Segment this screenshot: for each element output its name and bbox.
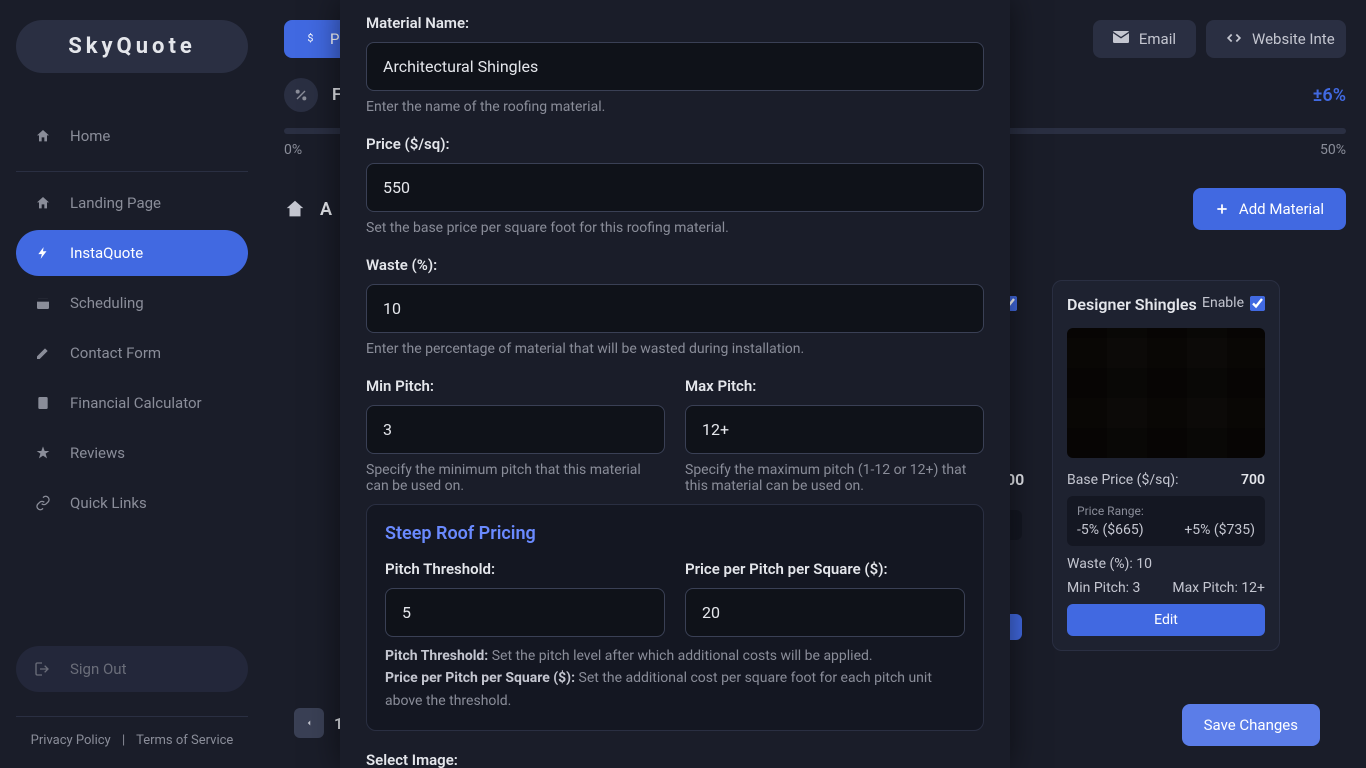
price-input[interactable] — [366, 163, 984, 212]
steep-roof-pricing-box: Steep Roof Pricing Pitch Threshold: Pric… — [366, 504, 984, 731]
pagination: 1 — [294, 708, 343, 738]
nav-label: Home — [70, 127, 110, 145]
signout-label: Sign Out — [70, 660, 126, 678]
signout-button[interactable]: Sign Out — [16, 646, 248, 692]
nav-label: Financial Calculator — [70, 394, 202, 412]
nav-label: Contact Form — [70, 344, 161, 362]
material-card: Designer Shingles Enable Base Price ($/s… — [1052, 280, 1280, 651]
maxpitch-label: Max Pitch: — [685, 377, 984, 395]
dollar-icon: $ — [304, 31, 320, 47]
home-icon — [34, 194, 52, 212]
edit-material-modal: Material Name: Enter the name of the roo… — [340, 0, 1010, 768]
material-image — [1067, 328, 1265, 458]
nav-quick-links[interactable]: Quick Links — [16, 480, 248, 526]
nav-label: InstaQuote — [70, 244, 143, 262]
price-label: Price ($/sq): — [366, 135, 984, 153]
material-name-help: Enter the name of the roofing material. — [366, 99, 984, 115]
minpitch-help: Specify the minimum pitch that this mate… — [366, 462, 665, 494]
materials-title-text: A — [320, 199, 332, 220]
waste-help: Enter the percentage of material that wi… — [366, 341, 984, 357]
minpitch-text: Min Pitch: 3 — [1067, 580, 1140, 596]
calendar-icon — [34, 294, 52, 312]
calculator-icon — [34, 394, 52, 412]
add-material-button[interactable]: Add Material — [1193, 188, 1346, 230]
footer-links: Privacy Policy | Terms of Service — [16, 716, 248, 748]
material-name-label: Material Name: — [366, 14, 984, 32]
terms-link[interactable]: Terms of Service — [136, 733, 233, 748]
steep-title: Steep Roof Pricing — [385, 523, 965, 544]
price-range-low: -5% ($665) — [1077, 522, 1144, 538]
app-logo: SkyQuote — [16, 20, 248, 73]
tab-label: Website Inte — [1252, 30, 1335, 48]
home-icon — [34, 127, 52, 145]
price-range-high: +5% ($735) — [1184, 522, 1255, 538]
percent-icon — [284, 78, 318, 112]
enable-label: Enable — [1202, 295, 1244, 311]
nav-label: Landing Page — [70, 194, 161, 212]
plus-icon — [1215, 202, 1229, 216]
bolt-icon — [34, 244, 52, 262]
range-value: ±6% — [1313, 85, 1346, 106]
material-name-input[interactable] — [366, 42, 984, 91]
waste-input[interactable] — [366, 284, 984, 333]
tab-website-integration[interactable]: Website Inte — [1206, 20, 1346, 58]
signout-icon — [34, 661, 52, 677]
nav-label: Quick Links — [70, 494, 147, 512]
divider: | — [122, 733, 125, 748]
waste-text: Waste (%): 10 — [1067, 556, 1152, 572]
threshold-label: Pitch Threshold: — [385, 560, 665, 578]
save-changes-button[interactable]: Save Changes — [1182, 704, 1320, 746]
nav-financial-calculator[interactable]: Financial Calculator — [16, 380, 248, 426]
nav-reviews[interactable]: Reviews — [16, 430, 248, 476]
minpitch-input[interactable] — [366, 405, 665, 454]
threshold-help-bold: Pitch Threshold: — [385, 648, 488, 664]
nav-home[interactable]: Home — [16, 113, 248, 159]
minpitch-label: Min Pitch: — [366, 377, 665, 395]
maxpitch-help: Specify the maximum pitch (1-12 or 12+) … — [685, 462, 984, 494]
maxpitch-text: Max Pitch: 12+ — [1172, 580, 1265, 596]
maxpitch-input[interactable] — [685, 405, 984, 454]
modal-scroll[interactable]: Material Name: Enter the name of the roo… — [340, 0, 1010, 768]
base-price-label: Base Price ($/sq): — [1067, 472, 1179, 488]
waste-label: Waste (%): — [366, 256, 984, 274]
range-max: 50% — [1320, 142, 1346, 158]
nav-label: Scheduling — [70, 294, 144, 312]
ppsq-input[interactable] — [685, 588, 965, 637]
edit-icon — [34, 344, 52, 362]
svg-text:$: $ — [308, 32, 314, 45]
ppsq-help-bold: Price per Pitch per Square ($): — [385, 670, 575, 686]
privacy-link[interactable]: Privacy Policy — [31, 733, 111, 748]
nav-landing-page[interactable]: Landing Page — [16, 180, 248, 226]
sidebar: SkyQuote Home Landing Page InstaQuote Sc… — [0, 0, 264, 768]
base-price-value: 700 — [1241, 472, 1265, 488]
range-min: 0% — [284, 142, 302, 158]
edit-button[interactable]: Edit — [1067, 604, 1265, 636]
nav-scheduling[interactable]: Scheduling — [16, 280, 248, 326]
enable-checkbox[interactable] — [1250, 296, 1265, 311]
threshold-input[interactable] — [385, 588, 665, 637]
ppsq-label: Price per Pitch per Square ($): — [685, 560, 965, 578]
code-icon — [1226, 31, 1242, 47]
price-range-box: Price Range: -5% ($665) +5% ($735) — [1067, 496, 1265, 546]
image-label: Select Image: — [366, 751, 984, 768]
email-icon — [1113, 31, 1129, 47]
add-material-label: Add Material — [1239, 200, 1324, 218]
price-range-label: Price Range: — [1077, 504, 1255, 518]
price-help: Set the base price per square foot for t… — [366, 220, 984, 236]
house-icon — [284, 198, 306, 220]
tab-email[interactable]: Email — [1093, 20, 1196, 58]
steep-help: Pitch Threshold: Set the pitch level aft… — [385, 645, 965, 712]
threshold-help-text: Set the pitch level after which addition… — [488, 648, 872, 664]
card-title: Designer Shingles — [1067, 295, 1197, 316]
link-icon — [34, 494, 52, 512]
nav-label: Reviews — [70, 444, 125, 462]
page-prev[interactable] — [294, 708, 324, 738]
tab-label: Email — [1139, 30, 1176, 48]
star-icon — [34, 444, 52, 462]
nav-contact-form[interactable]: Contact Form — [16, 330, 248, 376]
nav-instaquote[interactable]: InstaQuote — [16, 230, 248, 276]
divider — [16, 171, 248, 172]
